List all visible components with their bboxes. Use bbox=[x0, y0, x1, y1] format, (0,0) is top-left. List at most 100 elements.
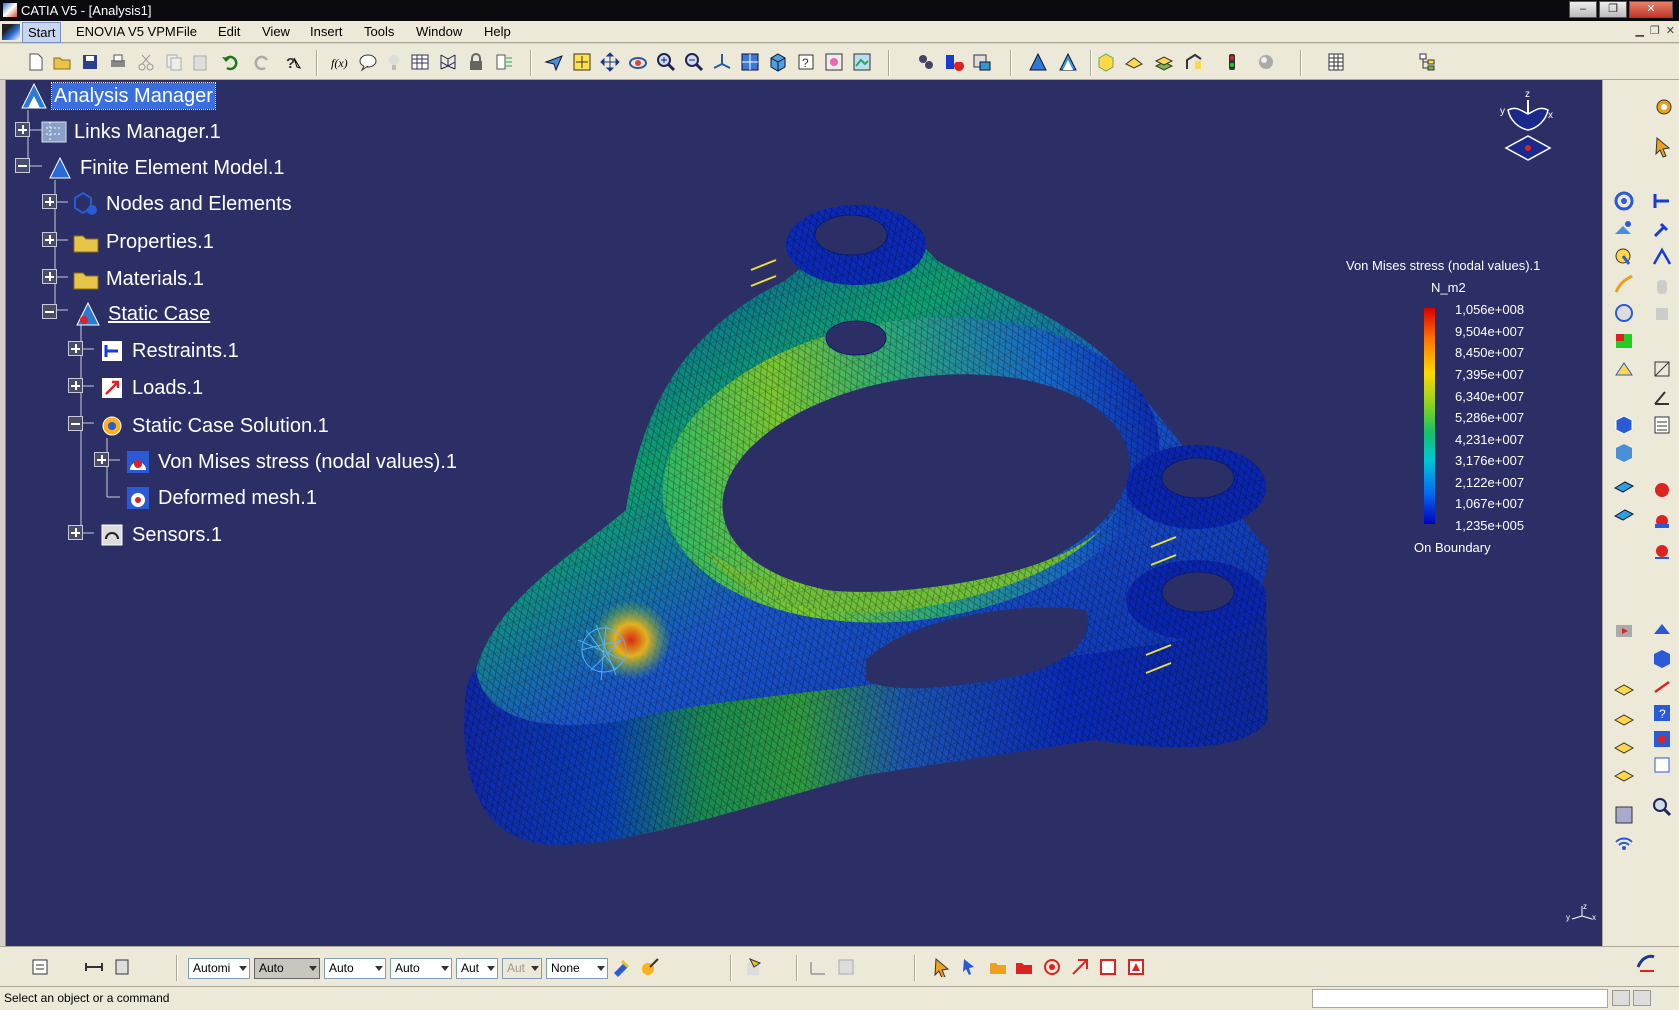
graphic-properties-icon[interactable] bbox=[640, 957, 660, 977]
mesh-icon[interactable] bbox=[438, 52, 458, 72]
tree-label-von-mises[interactable]: Von Mises stress (nodal values).1 bbox=[158, 449, 457, 475]
expand-properties-button[interactable] bbox=[42, 232, 57, 247]
expand-restraints-button[interactable] bbox=[68, 341, 83, 356]
tree-label-finite-element-model[interactable]: Finite Element Model.1 bbox=[80, 155, 285, 181]
swap-visible-space-icon[interactable] bbox=[824, 52, 844, 72]
tree-label-restraints[interactable]: Restraints.1 bbox=[132, 338, 239, 364]
precision-icon[interactable] bbox=[1651, 540, 1673, 562]
status-option-button[interactable] bbox=[1612, 990, 1630, 1006]
whats-this-icon[interactable]: ? bbox=[282, 52, 302, 72]
mesh-spec-icon[interactable] bbox=[1613, 358, 1635, 380]
collapse-fem-button[interactable] bbox=[15, 158, 30, 173]
sketch-icon[interactable] bbox=[1184, 52, 1204, 72]
extrema-icon[interactable] bbox=[1651, 676, 1673, 698]
measure-item-icon[interactable] bbox=[112, 957, 132, 977]
mass-icon[interactable] bbox=[1651, 302, 1673, 324]
line-type-combo[interactable]: Auto bbox=[390, 958, 452, 979]
save-icon[interactable] bbox=[80, 52, 100, 72]
tree-label-loads[interactable]: Loads.1 bbox=[132, 375, 203, 401]
animate-icon[interactable] bbox=[1613, 620, 1635, 642]
redo-icon[interactable] bbox=[252, 52, 272, 72]
expand-loads-button[interactable] bbox=[68, 378, 83, 393]
table-icon[interactable] bbox=[410, 52, 430, 72]
zoom-in-icon[interactable] bbox=[656, 52, 676, 72]
magnifier-icon[interactable] bbox=[1651, 796, 1673, 818]
tree-label-sensors[interactable]: Sensors.1 bbox=[132, 522, 222, 548]
lock-icon[interactable] bbox=[466, 52, 486, 72]
menu-enovia[interactable]: ENOVIA V5 VPM bbox=[76, 24, 176, 39]
layer-combo[interactable]: None bbox=[546, 958, 608, 979]
cut-icon[interactable] bbox=[136, 52, 156, 72]
bearing-icon[interactable] bbox=[1613, 302, 1635, 324]
intersect-select-icon[interactable] bbox=[1098, 957, 1118, 977]
copy-icon[interactable] bbox=[164, 52, 184, 72]
constraint-icon[interactable] bbox=[808, 957, 828, 977]
polygon-select-icon[interactable] bbox=[1126, 957, 1146, 977]
grid-table-icon[interactable] bbox=[1326, 52, 1346, 72]
trap-select-icon[interactable] bbox=[1070, 957, 1090, 977]
undo-icon[interactable] bbox=[220, 52, 240, 72]
expand-von-mises-button[interactable] bbox=[94, 452, 109, 467]
traffic-light-icon[interactable] bbox=[1222, 52, 1242, 72]
menu-insert[interactable]: Insert bbox=[310, 24, 343, 39]
pan-icon[interactable] bbox=[600, 52, 620, 72]
compute-cube-icon[interactable] bbox=[1613, 414, 1635, 436]
rotate-icon[interactable] bbox=[628, 52, 648, 72]
shading-icon[interactable] bbox=[852, 52, 872, 72]
light-bulb-icon[interactable] bbox=[384, 52, 404, 72]
formula-icon[interactable]: f(x) bbox=[330, 52, 350, 72]
report-icon[interactable] bbox=[494, 52, 514, 72]
menu-tools[interactable]: Tools bbox=[364, 24, 394, 39]
select-arrow-icon[interactable] bbox=[1653, 136, 1675, 158]
analysis-model-icon[interactable] bbox=[1028, 52, 1048, 72]
image-cube-icon[interactable] bbox=[1613, 442, 1635, 464]
format-painter-icon[interactable] bbox=[612, 957, 632, 977]
amplification-icon[interactable] bbox=[1651, 648, 1673, 670]
maximize-window-button[interactable]: ❐ bbox=[1599, 1, 1627, 18]
sensor-plane-icon[interactable] bbox=[1613, 762, 1635, 784]
menu-view[interactable]: View bbox=[262, 24, 290, 39]
tree-label-nodes-and-elements[interactable]: Nodes and Elements bbox=[106, 191, 292, 217]
tree-label-links-manager[interactable]: Links Manager.1 bbox=[74, 119, 221, 145]
doc-close-button[interactable]: ✕ bbox=[1666, 24, 1675, 37]
pressure-icon[interactable] bbox=[1613, 274, 1635, 296]
pivot-icon[interactable] bbox=[1613, 246, 1635, 268]
new-file-icon[interactable] bbox=[26, 52, 46, 72]
line-color-combo[interactable]: Auto bbox=[254, 958, 320, 979]
menu-help[interactable]: Help bbox=[484, 24, 511, 39]
plane-icon[interactable] bbox=[1124, 52, 1144, 72]
multi-view-icon[interactable] bbox=[740, 52, 760, 72]
principal-stress-icon[interactable] bbox=[1651, 510, 1673, 532]
surface-slider-icon[interactable] bbox=[1613, 218, 1635, 240]
wifi-sensor-icon[interactable] bbox=[1613, 832, 1635, 854]
normal-view-icon[interactable] bbox=[712, 52, 732, 72]
tree-label-analysis-manager[interactable]: Analysis Manager bbox=[51, 82, 216, 110]
group-select-icon[interactable] bbox=[960, 957, 980, 977]
point-symbol-combo[interactable]: Aut bbox=[456, 958, 498, 979]
tree-label-materials[interactable]: Materials.1 bbox=[106, 266, 204, 292]
cylinder-icon[interactable] bbox=[1651, 276, 1673, 298]
doc-minimize-button[interactable]: ▁ bbox=[1635, 24, 1643, 37]
fly-mode-icon[interactable] bbox=[544, 52, 564, 72]
fit-all-icon[interactable] bbox=[572, 52, 592, 72]
expand-links-manager-button[interactable] bbox=[15, 122, 30, 137]
paste-icon[interactable] bbox=[190, 52, 210, 72]
box-icon[interactable] bbox=[1096, 52, 1116, 72]
history-layer-icon[interactable] bbox=[1613, 734, 1635, 756]
collapse-static-case-button[interactable] bbox=[42, 304, 57, 319]
list-icon[interactable] bbox=[1651, 414, 1673, 436]
tree-label-properties[interactable]: Properties.1 bbox=[106, 229, 214, 255]
catalog-icon[interactable] bbox=[916, 52, 936, 72]
line-thickness-combo[interactable]: Auto bbox=[324, 958, 386, 979]
open-file-icon[interactable] bbox=[52, 52, 72, 72]
zoom-out-icon[interactable] bbox=[684, 52, 704, 72]
displacement-icon[interactable] bbox=[1613, 502, 1635, 524]
material-sphere-icon[interactable] bbox=[1256, 52, 1276, 72]
options-icon[interactable] bbox=[30, 957, 50, 977]
menu-window[interactable]: Window bbox=[416, 24, 462, 39]
expand-materials-button[interactable] bbox=[42, 269, 57, 284]
results-management-icon[interactable] bbox=[972, 52, 992, 72]
image-folder-icon[interactable] bbox=[1014, 957, 1034, 977]
tree-label-deformed-mesh[interactable]: Deformed mesh.1 bbox=[158, 485, 317, 511]
lasso-icon[interactable] bbox=[1042, 957, 1062, 977]
